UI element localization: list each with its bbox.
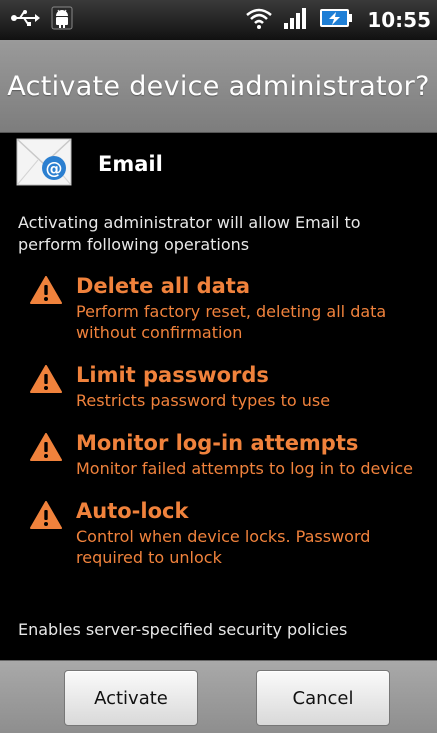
usb-icon (10, 8, 40, 32)
permission-text: Monitor log-in attempts Monitor failed a… (76, 429, 413, 479)
status-left (10, 5, 74, 35)
permission-title: Monitor log-in attempts (76, 431, 359, 455)
warning-icon (30, 365, 64, 397)
footer-note: Enables server-specified security polici… (18, 620, 348, 639)
permission-title: Limit passwords (76, 363, 269, 387)
status-bar: 10:55 (0, 0, 437, 40)
permission-text: Delete all data Perform factory reset, d… (76, 272, 425, 343)
permission-title: Delete all data (76, 274, 250, 298)
svg-text:@: @ (46, 159, 63, 179)
permission-description: Perform factory reset, deleting all data… (76, 302, 387, 342)
permission-item: Auto-lock Control when device locks. Pas… (30, 497, 425, 568)
activate-button[interactable]: Activate (64, 670, 198, 726)
title-bar: Activate device administrator? (0, 40, 437, 133)
permission-text: Limit passwords Restricts password types… (76, 361, 330, 411)
cancel-button[interactable]: Cancel (256, 670, 390, 726)
button-bar: Activate Cancel (0, 660, 437, 733)
intro-text: Activating administrator will allow Emai… (18, 213, 361, 254)
status-right: 10:55 (245, 6, 431, 34)
permission-text: Auto-lock Control when device locks. Pas… (76, 497, 425, 568)
android-debug-icon (50, 5, 74, 35)
signal-icon (283, 6, 309, 34)
warning-icon (30, 433, 64, 465)
wifi-icon (245, 6, 273, 34)
battery-charging-icon (319, 6, 353, 34)
app-name: Email (98, 152, 163, 176)
app-header: @ Email (16, 138, 163, 190)
permission-item: Monitor log-in attempts Monitor failed a… (30, 429, 425, 479)
permission-description: Restricts password types to use (76, 391, 331, 410)
permission-description: Control when device locks. Password requ… (76, 527, 371, 567)
warning-icon (30, 276, 64, 308)
email-icon: @ (16, 138, 72, 190)
permission-title: Auto-lock (76, 499, 189, 523)
warning-icon (30, 501, 64, 533)
permission-list: Delete all data Perform factory reset, d… (30, 272, 425, 586)
permission-description: Monitor failed attempts to log in to dev… (76, 459, 413, 478)
clock: 10:55 (367, 8, 431, 32)
dialog-title: Activate device administrator? (7, 70, 430, 102)
permission-item: Limit passwords Restricts password types… (30, 361, 425, 411)
permission-item: Delete all data Perform factory reset, d… (30, 272, 425, 343)
